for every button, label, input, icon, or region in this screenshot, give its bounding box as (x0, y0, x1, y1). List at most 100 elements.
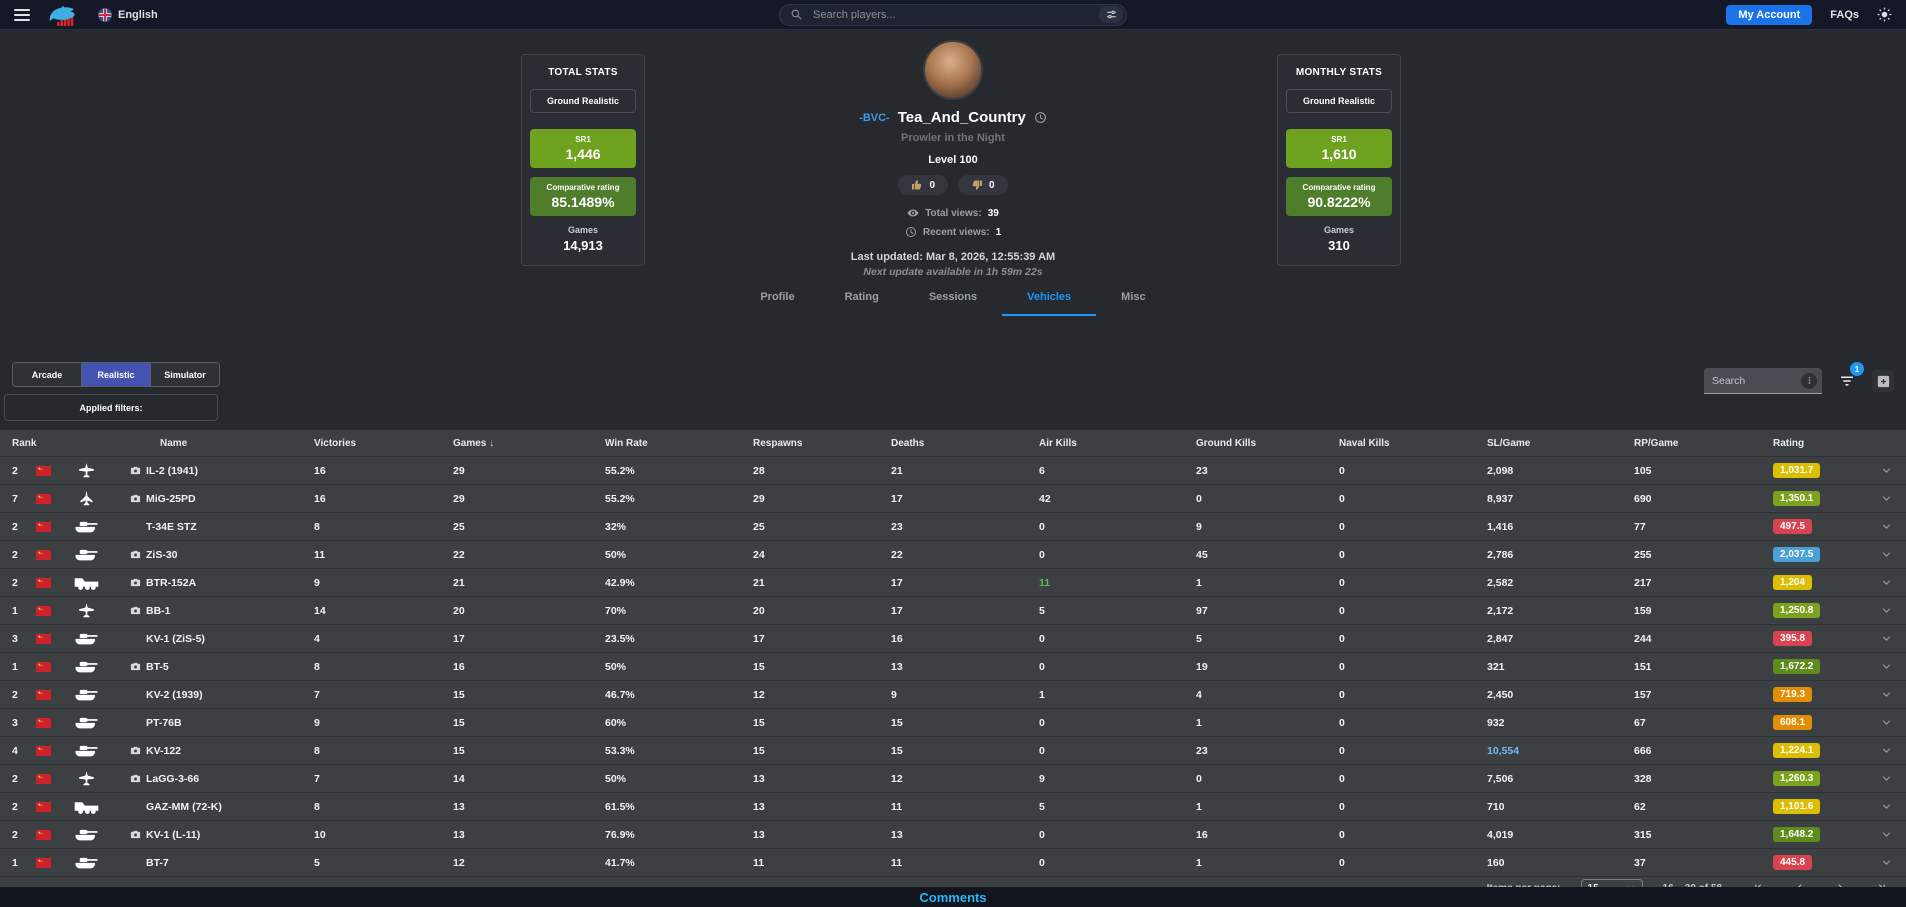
history-icon[interactable] (1034, 111, 1047, 124)
rp-per-game-value: 67 (1634, 717, 1773, 729)
sl-per-game-value: 7,506 (1487, 773, 1634, 785)
deaths-value: 17 (891, 605, 1039, 617)
col-rank[interactable]: Rank (0, 438, 130, 449)
deaths-value: 17 (891, 577, 1039, 589)
table-row[interactable]: 2 BTR-152A 9 21 42.9% 21 17 11 1 0 2,582… (0, 569, 1906, 597)
sliders-icon (1105, 8, 1118, 21)
table-row[interactable]: 3 PT-76B 9 15 60% 15 15 0 1 0 932 67 608… (0, 709, 1906, 737)
rp-per-game-value: 244 (1634, 633, 1773, 645)
table-row[interactable]: 1 BT-7 5 12 41.7% 11 11 0 1 0 160 37 445… (0, 849, 1906, 877)
rank-value: 2 (12, 521, 34, 533)
expand-row-chevron-icon[interactable] (1880, 856, 1893, 869)
col-rp-game[interactable]: RP/Game (1634, 438, 1773, 449)
total-stats-mode-select[interactable]: Ground Realistic (530, 89, 636, 113)
nation-flag-icon (36, 578, 51, 588)
air-kills-value: 0 (1039, 857, 1196, 869)
comments-title[interactable]: Comments (919, 890, 986, 905)
table-row[interactable]: 2 KV-2 (1939) 7 15 46.7% 12 9 1 4 0 2,45… (0, 681, 1906, 709)
mode-simulator-button[interactable]: Simulator (151, 363, 219, 386)
win-rate-value: 50% (605, 661, 753, 673)
col-win-rate[interactable]: Win Rate (605, 438, 753, 449)
expand-row-chevron-icon[interactable] (1880, 660, 1893, 673)
col-naval-kills[interactable]: Naval Kills (1339, 438, 1487, 449)
rp-per-game-value: 157 (1634, 689, 1773, 701)
expand-row-chevron-icon[interactable] (1880, 464, 1893, 477)
col-name[interactable]: Name (130, 438, 314, 449)
table-row[interactable]: 2 T-34E STZ 8 25 32% 25 23 0 9 0 1,416 7… (0, 513, 1906, 541)
clan-tag[interactable]: -BVC- (859, 112, 890, 124)
mode-arcade-button[interactable]: Arcade (13, 363, 82, 386)
col-victories[interactable]: Victories (314, 438, 453, 449)
expand-row-chevron-icon[interactable] (1880, 772, 1893, 785)
tab-misc[interactable]: Misc (1096, 282, 1170, 316)
vehicle-name: ZiS-30 (146, 549, 178, 561)
table-row[interactable]: 7 MiG-25PD 16 29 55.2% 29 17 42 0 0 8,93… (0, 485, 1906, 513)
dislike-button[interactable]: 0 (958, 175, 1008, 195)
applied-filters-box[interactable]: Applied filters: (4, 394, 218, 421)
site-logo[interactable] (46, 3, 80, 27)
table-row[interactable]: 4 KV-122 8 15 53.3% 15 15 0 23 0 10,554 … (0, 737, 1906, 765)
search-filters-button[interactable] (1099, 6, 1123, 23)
win-rate-value: 70% (605, 605, 753, 617)
total-sr-label: SR1 (533, 135, 633, 144)
col-respawns[interactable]: Respawns (753, 438, 891, 449)
expand-row-chevron-icon[interactable] (1880, 604, 1893, 617)
table-row[interactable]: 2 LaGG-3-66 7 14 50% 13 12 9 0 0 7,506 3… (0, 765, 1906, 793)
filter-button[interactable]: 1 (1838, 372, 1856, 390)
nation-flag-icon (36, 774, 51, 784)
rating-badge: 608.1 (1773, 715, 1812, 730)
tab-sessions[interactable]: Sessions (904, 282, 1002, 316)
search-options-icon[interactable] (1801, 373, 1817, 389)
expand-row-chevron-icon[interactable] (1880, 828, 1893, 841)
table-row[interactable]: 1 BT-5 8 16 50% 15 13 0 19 0 321 151 1,6… (0, 653, 1906, 681)
expand-row-chevron-icon[interactable] (1880, 716, 1893, 729)
col-ground-kills[interactable]: Ground Kills (1196, 438, 1339, 449)
theme-toggle-sun-icon[interactable] (1877, 7, 1892, 22)
col-games[interactable]: Games ↓ (453, 438, 605, 449)
player-search-input[interactable] (811, 8, 1091, 22)
next-update-text: Next update available in 1h 59m 22s (863, 266, 1042, 278)
tab-vehicles[interactable]: Vehicles (1002, 282, 1096, 316)
col-rating[interactable]: Rating (1773, 438, 1866, 449)
table-row[interactable]: 2 ZiS-30 11 22 50% 24 22 0 45 0 2,786 25… (0, 541, 1906, 569)
faqs-link[interactable]: FAQs (1830, 9, 1859, 21)
table-body: 2 IL-2 (1941) 16 29 55.2% 28 21 6 23 0 2… (0, 457, 1906, 877)
expand-row-chevron-icon[interactable] (1880, 632, 1893, 645)
expand-row-chevron-icon[interactable] (1880, 744, 1893, 757)
col-sl-game[interactable]: SL/Game (1487, 438, 1634, 449)
vehicle-name: BTR-152A (146, 577, 196, 589)
table-row[interactable]: 2 IL-2 (1941) 16 29 55.2% 28 21 6 23 0 2… (0, 457, 1906, 485)
monthly-stats-mode-select[interactable]: Ground Realistic (1286, 89, 1392, 113)
ground-kills-value: 1 (1196, 577, 1339, 589)
expand-row-chevron-icon[interactable] (1880, 520, 1893, 533)
games-value: 29 (453, 493, 605, 505)
win-rate-value: 55.2% (605, 465, 753, 477)
table-row[interactable]: 3 KV-1 (ZiS-5) 4 17 23.5% 17 16 0 5 0 2,… (0, 625, 1906, 653)
table-row[interactable]: 2 GAZ-MM (72-K) 8 13 61.5% 13 11 5 1 0 7… (0, 793, 1906, 821)
player-search-bar[interactable] (779, 4, 1127, 26)
expand-row-chevron-icon[interactable] (1880, 576, 1893, 589)
table-search-field[interactable]: Search (1704, 368, 1822, 394)
like-button[interactable]: 0 (898, 175, 948, 195)
respawns-value: 21 (753, 577, 891, 589)
top-bar: English My Account FAQs (0, 0, 1906, 30)
language-flag-icon (98, 8, 112, 22)
table-row[interactable]: 2 KV-1 (L-11) 10 13 76.9% 13 13 0 16 0 4… (0, 821, 1906, 849)
air-kills-value: 5 (1039, 605, 1196, 617)
expand-row-chevron-icon[interactable] (1880, 800, 1893, 813)
tab-rating[interactable]: Rating (820, 282, 904, 316)
rating-badge: 1,101.6 (1773, 799, 1820, 814)
columns-button[interactable] (1872, 370, 1894, 392)
col-deaths[interactable]: Deaths (891, 438, 1039, 449)
col-air-kills[interactable]: Air Kills (1039, 438, 1196, 449)
expand-row-chevron-icon[interactable] (1880, 492, 1893, 505)
win-rate-value: 76.9% (605, 829, 753, 841)
expand-row-chevron-icon[interactable] (1880, 548, 1893, 561)
mode-realistic-button[interactable]: Realistic (82, 363, 151, 386)
expand-row-chevron-icon[interactable] (1880, 688, 1893, 701)
table-row[interactable]: 1 BB-1 14 20 70% 20 17 5 97 0 2,172 159 … (0, 597, 1906, 625)
my-account-button[interactable]: My Account (1726, 5, 1812, 25)
tab-profile[interactable]: Profile (735, 282, 819, 316)
menu-icon[interactable] (14, 9, 30, 21)
language-selector[interactable]: English (98, 8, 158, 22)
